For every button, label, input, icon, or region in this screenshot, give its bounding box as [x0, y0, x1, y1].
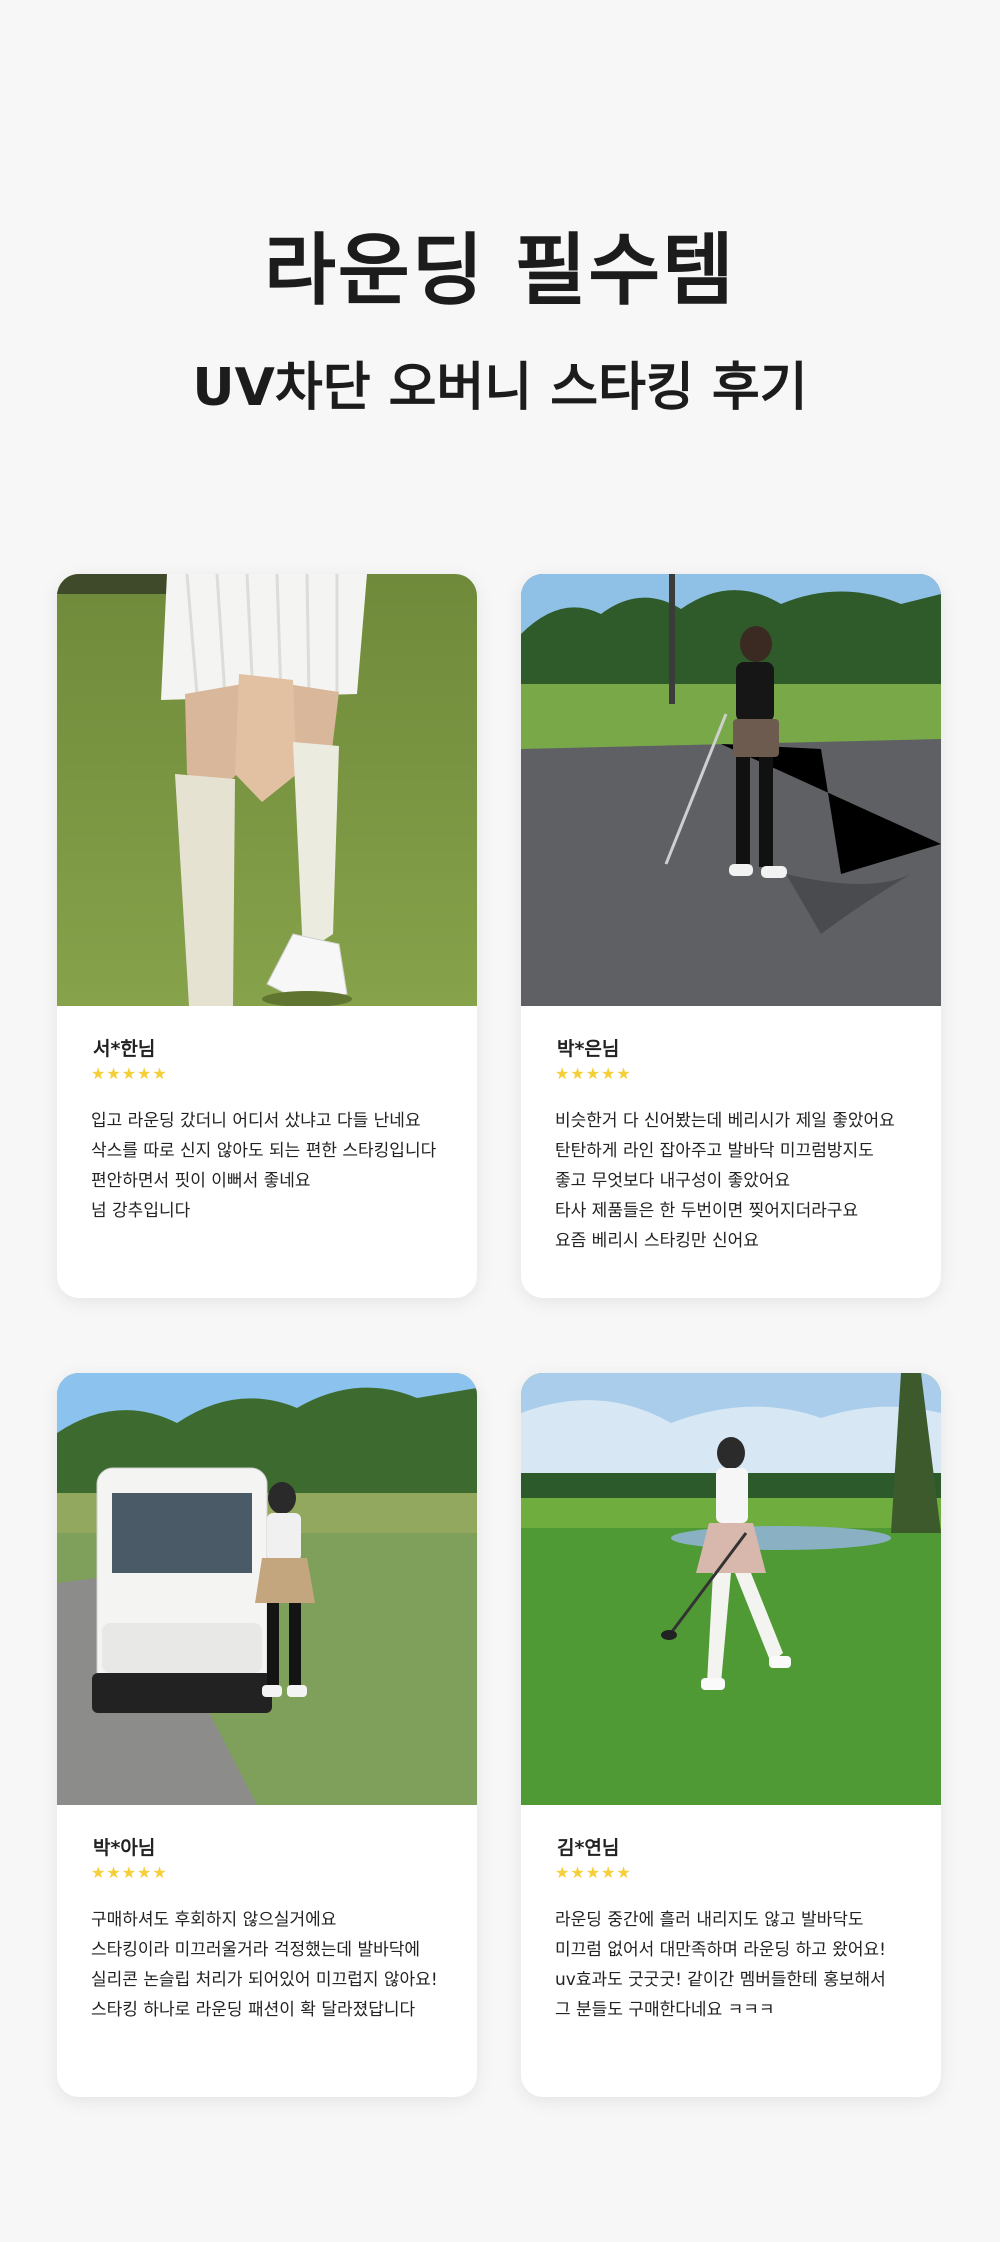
review-text: 입고 라운딩 갔더니 어디서 샀냐고 다들 난네요 삭스를 따로 신지 않아도 … [91, 1106, 461, 1226]
golfer-with-cart-photo [57, 1373, 477, 1805]
golfer-cart-path-photo [521, 574, 941, 1006]
rating-stars: ★★★★★ [555, 1064, 632, 1083]
golfer-on-green-photo [521, 1373, 941, 1805]
review-line: 스타킹 하나로 라운딩 패션이 확 달라졌답니다 [91, 2000, 416, 2020]
review-line: 그 분들도 구매한다네요 ㅋㅋㅋ [555, 2000, 775, 2020]
review-line: 편안하면서 핏이 이뻐서 좋네요 [91, 1171, 311, 1191]
review-text: 비슷한거 다 신어봤는데 베리시가 제일 좋았어요 탄탄하게 라인 잡아주고 발… [555, 1106, 925, 1256]
review-text: 라운딩 중간에 흘러 내리지도 않고 발바닥도 미끄럼 없어서 대만족하며 라운… [555, 1905, 925, 2025]
review-line: 스타킹이라 미끄러울거라 걱정했는데 발바닥에 [91, 1940, 421, 1960]
review-line: 비슷한거 다 신어봤는데 베리시가 제일 좋았어요 [555, 1111, 895, 1131]
review-line: 좋고 무엇보다 내구성이 좋았어요 [555, 1171, 791, 1191]
review-card: 서*한님 ★★★★★ 입고 라운딩 갔더니 어디서 샀냐고 다들 난네요 삭스를… [57, 574, 477, 1298]
rating-stars: ★★★★★ [91, 1064, 168, 1083]
reviewer-name: 서*한님 [93, 1038, 156, 1060]
review-text: 구매하셔도 후회하지 않으실거에요 스타킹이라 미끄러울거라 걱정했는데 발바닥… [91, 1905, 461, 2025]
rating-stars: ★★★★★ [91, 1863, 168, 1882]
review-photo [57, 574, 477, 1006]
reviewer-name: 박*은님 [557, 1038, 620, 1060]
review-line: 삭스를 따로 신지 않아도 되는 편한 스타킹입니다 [91, 1141, 437, 1161]
legs-white-stockings-photo [57, 574, 477, 1006]
review-photo [521, 1373, 941, 1805]
review-line: 탄탄하게 라인 잡아주고 발바닥 미끄럼방지도 [555, 1141, 874, 1161]
reviewer-name: 박*아님 [93, 1837, 156, 1859]
review-card: 박*은님 ★★★★★ 비슷한거 다 신어봤는데 베리시가 제일 좋았어요 탄탄하… [521, 574, 941, 1298]
review-line: 구매하셔도 후회하지 않으실거에요 [91, 1910, 337, 1930]
rating-stars: ★★★★★ [555, 1863, 632, 1882]
review-line: 넘 강추입니다 [91, 1201, 191, 1221]
review-line: 실리콘 논슬립 처리가 되어있어 미끄럽지 않아요! [91, 1970, 438, 1990]
review-card: 박*아님 ★★★★★ 구매하셔도 후회하지 않으실거에요 스타킹이라 미끄러울거… [57, 1373, 477, 2097]
review-line: 라운딩 중간에 흘러 내리지도 않고 발바닥도 [555, 1910, 864, 1930]
review-line: 타사 제품들은 한 두번이면 찢어지더라구요 [555, 1201, 859, 1221]
reviewer-name: 김*연님 [557, 1837, 620, 1859]
page-subtitle: UV차단 오버니 스타킹 후기 [192, 358, 808, 418]
review-line: uv효과도 굿굿굿! 같이간 멤버들한테 홍보해서 [555, 1970, 886, 1990]
review-card: 김*연님 ★★★★★ 라운딩 중간에 흘러 내리지도 않고 발바닥도 미끄럼 없… [521, 1373, 941, 2097]
review-photo [57, 1373, 477, 1805]
review-line: 입고 라운딩 갔더니 어디서 샀냐고 다들 난네요 [91, 1111, 421, 1131]
review-line: 요즘 베리시 스타킹만 신어요 [555, 1231, 759, 1251]
review-line: 미끄럼 없어서 대만족하며 라운딩 하고 왔어요! [555, 1940, 886, 1960]
page-title: 라운딩 필수템 [264, 226, 736, 316]
review-photo [521, 574, 941, 1006]
